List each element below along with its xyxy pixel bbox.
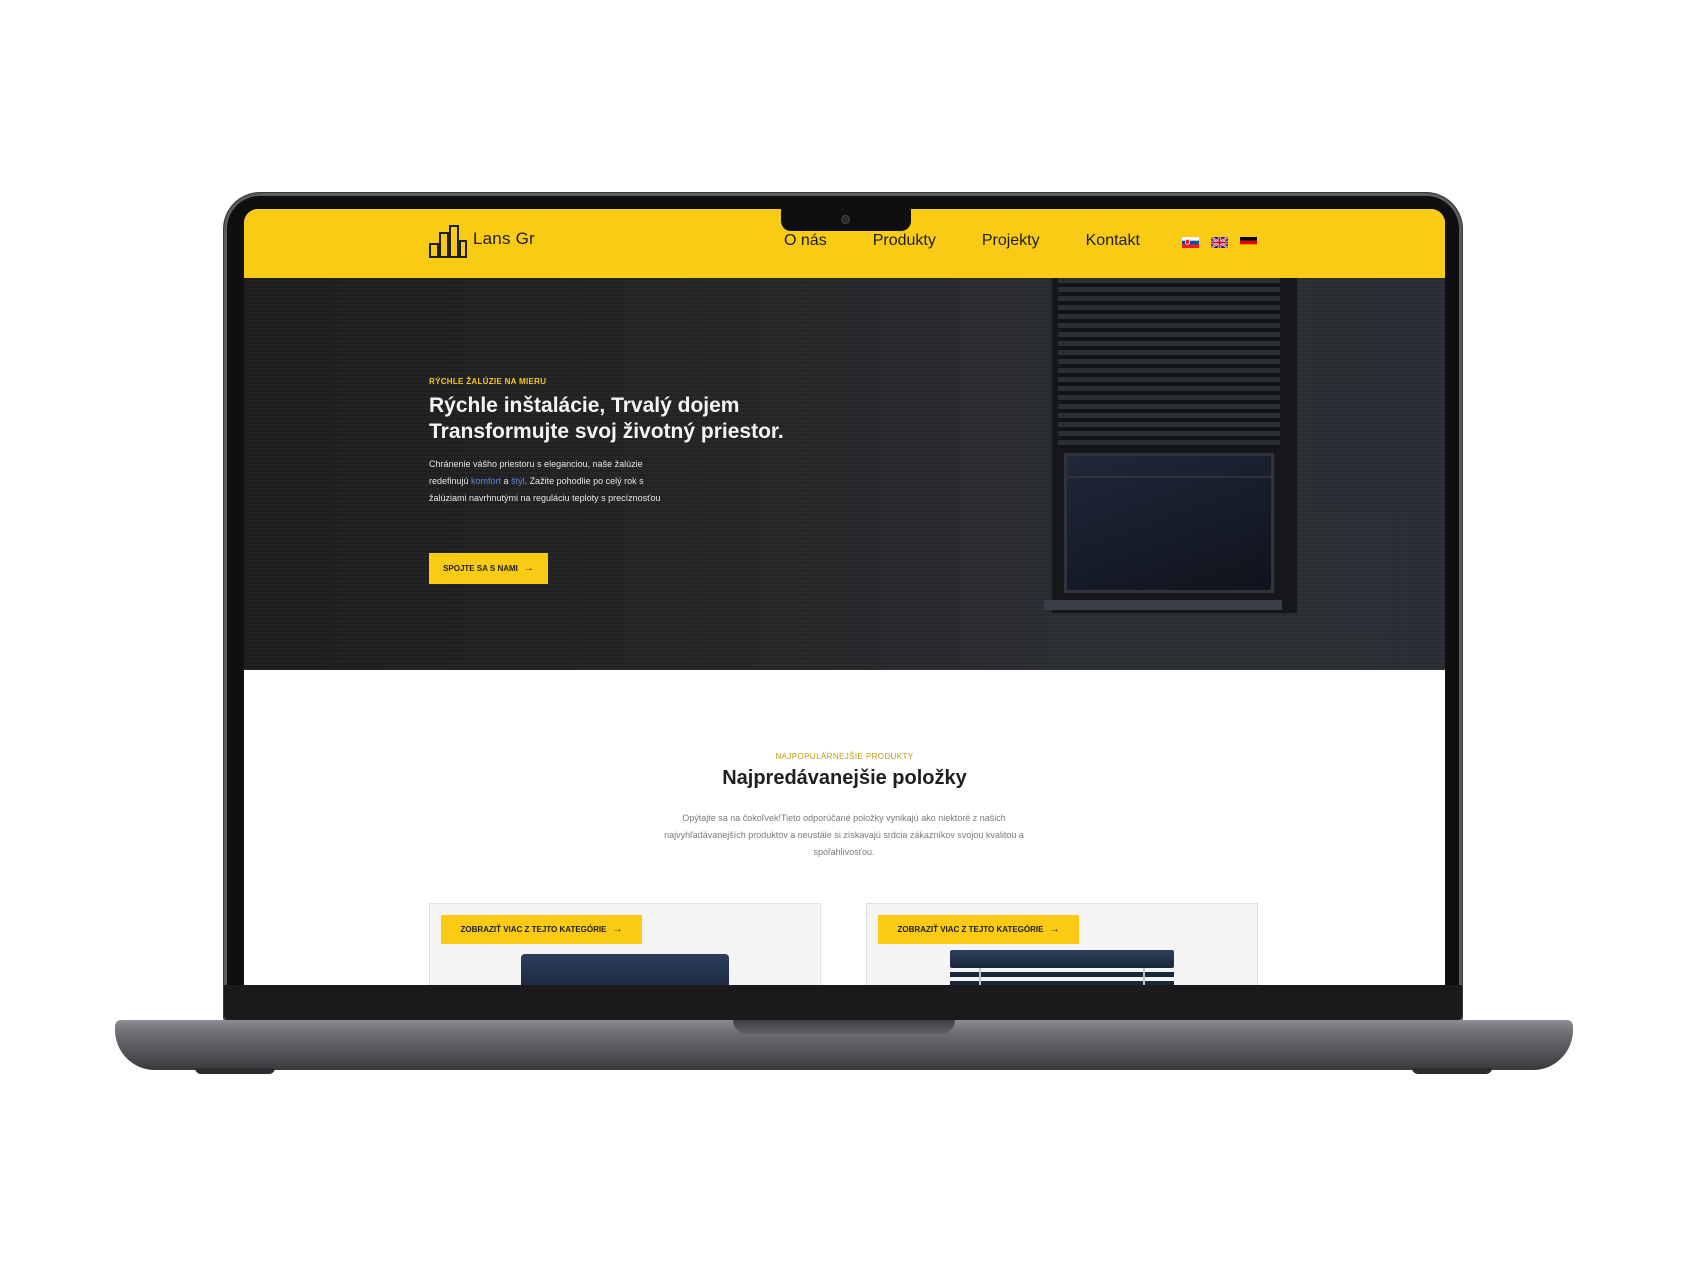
window-sill [1044, 600, 1282, 610]
window-mullion [1067, 476, 1271, 478]
products-description: Opýtajte sa na čokoľvek!Tieto odporúčané… [664, 813, 1024, 857]
webcam-icon [841, 215, 850, 224]
window-glass [1064, 453, 1274, 593]
laptop-foot-right [1412, 1068, 1492, 1074]
blind-slat [950, 981, 1174, 985]
hero-content: RÝCHLE ŽALÚZIE NA MIERU Rýchle inštaláci… [429, 377, 869, 507]
shutter-slats [1058, 278, 1280, 448]
main-nav: O nás Produkty Projekty Kontakt [784, 232, 1186, 250]
hero-window-image [1052, 278, 1297, 613]
products-section: NAJPOPULÁRNEJŠIE PRODUKTY Najpredávanejš… [244, 670, 1445, 985]
flag-germany-icon[interactable] [1240, 237, 1257, 248]
language-switcher [1182, 237, 1269, 248]
roller-blind-image [521, 954, 729, 985]
link-comfort[interactable]: komfort [471, 476, 501, 486]
venetian-blind-image [950, 950, 1174, 968]
products-title: Najpredávanejšie položky [722, 767, 967, 789]
product-card-roller: ZOBRAZIŤ VIAC Z TEJTO KATEGÓRIE → [429, 903, 821, 985]
laptop-opening-groove [733, 1020, 955, 1034]
hero-eyebrow: RÝCHLE ŽALÚZIE NA MIERU [429, 377, 547, 386]
arrow-right-icon: → [523, 563, 534, 574]
contact-us-label: SPOJTE SA S NAMI [443, 564, 518, 573]
laptop-chin [224, 985, 1462, 1021]
products-eyebrow: NAJPOPULÁRNEJŠIE PRODUKTY [775, 752, 914, 761]
hero-description: Chránenie vášho priestoru s eleganciou, … [429, 456, 679, 507]
laptop-base [115, 1020, 1573, 1070]
product-card-venetian: ZOBRAZIŤ VIAC Z TEJTO KATEGÓRIE → [866, 903, 1258, 985]
hero-section: RÝCHLE ŽALÚZIE NA MIERU Rýchle inštaláci… [244, 278, 1445, 670]
arrow-right-icon: → [1049, 924, 1060, 935]
camera-notch [781, 209, 911, 231]
nav-item-projects[interactable]: Projekty [982, 232, 1040, 250]
logo[interactable]: Lans Gr [429, 224, 535, 258]
hero-title: Rýchle inštalácie, Trvalý dojem Transfor… [429, 394, 784, 443]
blind-slat [950, 972, 1174, 977]
link-style[interactable]: štýl [511, 476, 525, 486]
building-bars-icon [429, 225, 467, 258]
view-category-label: ZOBRAZIŤ VIAC Z TEJTO KATEGÓRIE [897, 925, 1044, 934]
view-category-button[interactable]: ZOBRAZIŤ VIAC Z TEJTO KATEGÓRIE → [878, 915, 1079, 944]
hero-text-part: a [501, 476, 512, 486]
contact-us-button[interactable]: SPOJTE SA S NAMI → [429, 553, 548, 584]
nav-item-products[interactable]: Produkty [873, 232, 936, 250]
arrow-right-icon: → [612, 924, 623, 935]
flag-slovakia-icon[interactable] [1182, 237, 1199, 248]
nav-item-contact[interactable]: Kontakt [1086, 232, 1140, 250]
nav-item-about[interactable]: O nás [784, 232, 827, 250]
brand-name: Lans Gr [473, 229, 535, 248]
laptop-foot-left [195, 1068, 275, 1074]
blind-cord [979, 968, 981, 985]
blind-cord [1143, 968, 1145, 985]
laptop-screen: Lans Gr O nás Produkty Projekty Kontakt [244, 209, 1445, 985]
flag-uk-icon[interactable] [1211, 237, 1228, 248]
view-category-label: ZOBRAZIŤ VIAC Z TEJTO KATEGÓRIE [460, 925, 607, 934]
view-category-button[interactable]: ZOBRAZIŤ VIAC Z TEJTO KATEGÓRIE → [441, 915, 642, 944]
